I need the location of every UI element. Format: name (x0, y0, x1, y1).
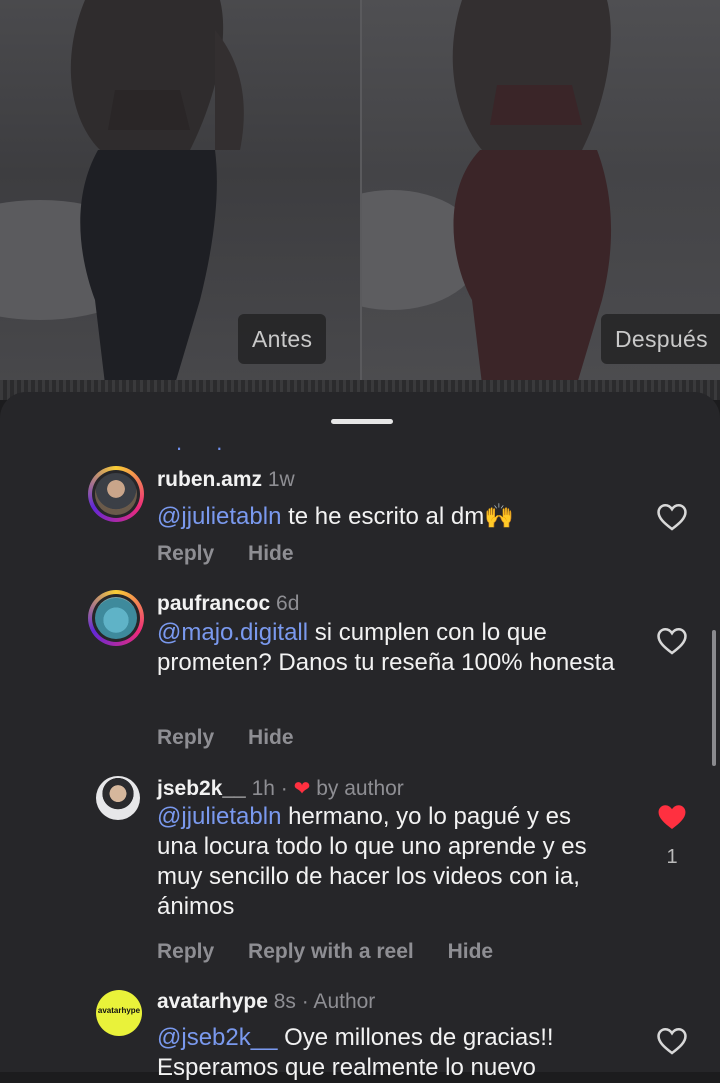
mention-link[interactable]: @jjulietabln (157, 803, 281, 830)
comment-time: 1w (267, 468, 295, 491)
mention-link[interactable]: @jseb2k__ (157, 1024, 277, 1051)
like-count: 1 (666, 846, 678, 868)
previous-comment-peek: . . (176, 430, 237, 455)
drag-handle[interactable] (331, 419, 393, 424)
heart-filled-icon[interactable] (655, 800, 689, 834)
avatar[interactable] (88, 590, 144, 646)
hide-button[interactable]: Hide (248, 726, 294, 749)
reply-button[interactable]: Reply (157, 940, 214, 963)
comments-sheet[interactable]: . . ruben.amz 1w @jjulietabln te he escr… (0, 392, 720, 1081)
comment-time: 8s · Author (273, 990, 376, 1013)
comment-header: jseb2k__ 1h · ❤ by author (157, 776, 404, 801)
comment-text: @jseb2k__ Oye millones de gracias!! Espe… (157, 1023, 617, 1083)
comment-actions: Reply Hide (157, 542, 322, 566)
reply-with-reel-button[interactable]: Reply with a reel (248, 940, 414, 963)
heart-filled-icon: ❤ (293, 778, 311, 800)
comment-time: 1h · (251, 777, 288, 800)
reply-button[interactable]: Reply (157, 726, 214, 749)
avatar-border (92, 594, 140, 642)
mention-link[interactable]: @majo.digitall (157, 619, 308, 646)
comment-username[interactable]: avatarhype (157, 990, 268, 1013)
before-after-photo[interactable]: Antes Después (0, 0, 720, 400)
hide-button[interactable]: Hide (448, 940, 494, 963)
scrollbar[interactable] (712, 630, 716, 766)
avatar[interactable] (88, 466, 144, 522)
before-label: Antes (238, 314, 327, 364)
hide-button[interactable]: Hide (248, 542, 294, 565)
reply-button[interactable]: Reply (157, 542, 214, 565)
comment-text: @majo.digitall si cumplen con lo que pro… (157, 618, 617, 678)
heart-outline-icon[interactable] (655, 500, 689, 534)
heart-outline-icon[interactable] (655, 1024, 689, 1058)
heart-outline-icon[interactable] (655, 624, 689, 658)
comment-text: @jjulietabln hermano, yo lo pagué y es u… (157, 802, 617, 922)
avatar-brand-text: avatarhype (97, 1006, 141, 1015)
comment-actions: Reply Reply with a reel Hide (157, 940, 521, 964)
after-label: Después (601, 314, 720, 364)
avatar-image (95, 597, 137, 639)
comment-header: avatarhype 8s · Author (157, 990, 375, 1014)
comment-header: paufrancoc 6d (157, 592, 299, 616)
avatar-image (95, 473, 137, 515)
comment-time: 6d (276, 592, 300, 615)
comment-header: ruben.amz 1w (157, 468, 295, 492)
mention-link[interactable]: @jjulietabln (157, 503, 281, 530)
comment-body: te he escrito al dm🙌 (281, 503, 515, 530)
comment-text: @jjulietabln te he escrito al dm🙌 (157, 502, 637, 532)
avatar[interactable] (96, 776, 140, 820)
comment-actions: Reply Hide (157, 726, 322, 750)
comment-username[interactable]: paufrancoc (157, 592, 270, 615)
comment-username[interactable]: ruben.amz (157, 468, 262, 491)
avatar-border (92, 470, 140, 518)
liked-by-author-label: by author (316, 777, 404, 800)
comment-username[interactable]: jseb2k__ (157, 777, 246, 800)
avatar[interactable]: avatarhype (96, 990, 142, 1036)
